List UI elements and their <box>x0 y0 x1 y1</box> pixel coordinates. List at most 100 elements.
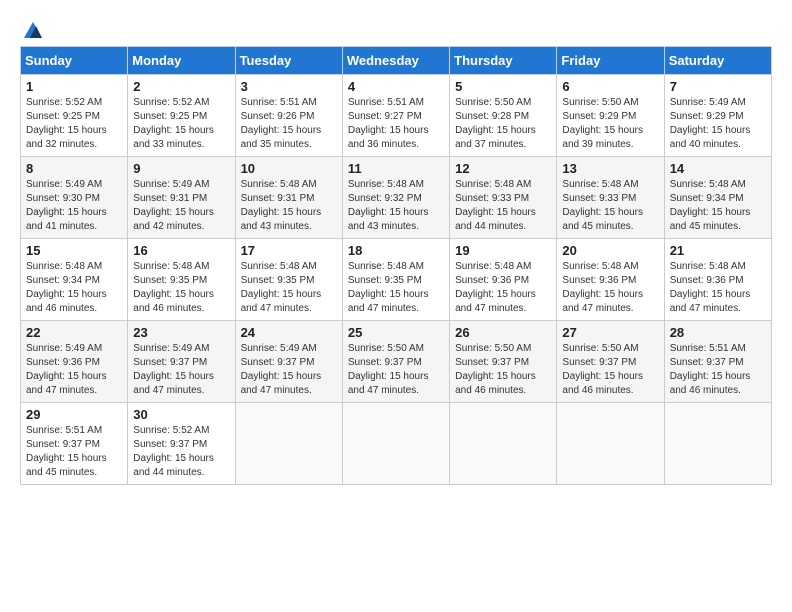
day-number: 27 <box>562 325 658 340</box>
calendar-cell: 23 Sunrise: 5:49 AMSunset: 9:37 PMDayligh… <box>128 321 235 403</box>
calendar-week-row: 29 Sunrise: 5:51 AMSunset: 9:37 PMDayligh… <box>21 403 772 485</box>
day-info: Sunrise: 5:50 AMSunset: 9:37 PMDaylight:… <box>348 342 444 398</box>
calendar-cell: 17 Sunrise: 5:48 AMSunset: 9:35 PMDayligh… <box>235 239 342 321</box>
calendar-cell: 15 Sunrise: 5:48 AMSunset: 9:34 PMDayligh… <box>21 239 128 321</box>
calendar-week-row: 22Sunrise: 5:49 AMSunset: 9:36 PMDayligh… <box>21 321 772 403</box>
day-info: Sunrise: 5:48 AMSunset: 9:36 PMDaylight:… <box>562 260 658 316</box>
calendar-cell: 4 Sunrise: 5:51 AMSunset: 9:27 PMDaylight… <box>342 75 449 157</box>
day-info: Sunrise: 5:48 AMSunset: 9:32 PMDaylight:… <box>348 178 444 234</box>
day-number: 15 <box>26 243 122 258</box>
day-number: 23 <box>133 325 229 340</box>
day-number: 21 <box>670 243 766 258</box>
day-number: 8 <box>26 161 122 176</box>
day-info: Sunrise: 5:48 AMSunset: 9:34 PMDaylight:… <box>670 178 766 234</box>
calendar-cell <box>342 403 449 485</box>
day-number: 10 <box>241 161 337 176</box>
day-number: 20 <box>562 243 658 258</box>
column-header-sunday: Sunday <box>21 47 128 75</box>
calendar-cell: 24 Sunrise: 5:49 AMSunset: 9:37 PMDayligh… <box>235 321 342 403</box>
day-info: Sunrise: 5:48 AMSunset: 9:34 PMDaylight:… <box>26 260 122 316</box>
calendar-cell: 12 Sunrise: 5:48 AMSunset: 9:33 PMDayligh… <box>450 157 557 239</box>
day-info: Sunrise: 5:48 AMSunset: 9:33 PMDaylight:… <box>455 178 551 234</box>
day-number: 6 <box>562 79 658 94</box>
calendar-cell: 18Sunrise: 5:48 AMSunset: 9:35 PMDayligh… <box>342 239 449 321</box>
calendar-cell: 3 Sunrise: 5:51 AMSunset: 9:26 PMDaylight… <box>235 75 342 157</box>
calendar-body: 1 Sunrise: 5:52 AMSunset: 9:25 PMDaylight… <box>21 75 772 485</box>
calendar-cell: 26Sunrise: 5:50 AMSunset: 9:37 PMDayligh… <box>450 321 557 403</box>
calendar-cell: 27 Sunrise: 5:50 AMSunset: 9:37 PMDayligh… <box>557 321 664 403</box>
day-number: 4 <box>348 79 444 94</box>
calendar-cell: 20 Sunrise: 5:48 AMSunset: 9:36 PMDayligh… <box>557 239 664 321</box>
day-info: Sunrise: 5:49 AMSunset: 9:37 PMDaylight:… <box>241 342 337 398</box>
column-header-wednesday: Wednesday <box>342 47 449 75</box>
day-number: 25 <box>348 325 444 340</box>
column-header-saturday: Saturday <box>664 47 771 75</box>
column-header-tuesday: Tuesday <box>235 47 342 75</box>
day-number: 5 <box>455 79 551 94</box>
calendar-cell: 7Sunrise: 5:49 AMSunset: 9:29 PMDaylight… <box>664 75 771 157</box>
calendar-cell: 22Sunrise: 5:49 AMSunset: 9:36 PMDayligh… <box>21 321 128 403</box>
calendar-cell <box>557 403 664 485</box>
calendar-week-row: 1 Sunrise: 5:52 AMSunset: 9:25 PMDaylight… <box>21 75 772 157</box>
day-number: 7 <box>670 79 766 94</box>
calendar-cell: 21Sunrise: 5:48 AMSunset: 9:36 PMDayligh… <box>664 239 771 321</box>
day-number: 12 <box>455 161 551 176</box>
calendar-cell: 2 Sunrise: 5:52 AMSunset: 9:25 PMDaylight… <box>128 75 235 157</box>
calendar-cell: 8 Sunrise: 5:49 AMSunset: 9:30 PMDaylight… <box>21 157 128 239</box>
calendar-cell <box>664 403 771 485</box>
day-info: Sunrise: 5:49 AMSunset: 9:36 PMDaylight:… <box>26 342 122 398</box>
day-number: 11 <box>348 161 444 176</box>
day-number: 30 <box>133 407 229 422</box>
calendar-header-row: SundayMondayTuesdayWednesdayThursdayFrid… <box>21 47 772 75</box>
calendar-cell: 29 Sunrise: 5:51 AMSunset: 9:37 PMDayligh… <box>21 403 128 485</box>
day-info: Sunrise: 5:48 AMSunset: 9:35 PMDaylight:… <box>133 260 229 316</box>
calendar-cell <box>450 403 557 485</box>
calendar-cell: 16 Sunrise: 5:48 AMSunset: 9:35 PMDayligh… <box>128 239 235 321</box>
day-number: 17 <box>241 243 337 258</box>
day-number: 2 <box>133 79 229 94</box>
day-info: Sunrise: 5:51 AMSunset: 9:37 PMDaylight:… <box>26 424 122 480</box>
day-number: 19 <box>455 243 551 258</box>
day-info: Sunrise: 5:48 AMSunset: 9:35 PMDaylight:… <box>241 260 337 316</box>
day-number: 1 <box>26 79 122 94</box>
calendar-cell: 11 Sunrise: 5:48 AMSunset: 9:32 PMDayligh… <box>342 157 449 239</box>
column-header-monday: Monday <box>128 47 235 75</box>
day-info: Sunrise: 5:51 AMSunset: 9:27 PMDaylight:… <box>348 96 444 152</box>
column-header-friday: Friday <box>557 47 664 75</box>
calendar-cell: 13Sunrise: 5:48 AMSunset: 9:33 PMDayligh… <box>557 157 664 239</box>
calendar-cell: 1 Sunrise: 5:52 AMSunset: 9:25 PMDaylight… <box>21 75 128 157</box>
day-info: Sunrise: 5:50 AMSunset: 9:28 PMDaylight:… <box>455 96 551 152</box>
day-info: Sunrise: 5:49 AMSunset: 9:37 PMDaylight:… <box>133 342 229 398</box>
day-info: Sunrise: 5:51 AMSunset: 9:37 PMDaylight:… <box>670 342 766 398</box>
day-info: Sunrise: 5:48 AMSunset: 9:35 PMDaylight:… <box>348 260 444 316</box>
day-info: Sunrise: 5:50 AMSunset: 9:29 PMDaylight:… <box>562 96 658 152</box>
calendar-cell: 25 Sunrise: 5:50 AMSunset: 9:37 PMDayligh… <box>342 321 449 403</box>
day-info: Sunrise: 5:52 AMSunset: 9:25 PMDaylight:… <box>26 96 122 152</box>
day-info: Sunrise: 5:48 AMSunset: 9:36 PMDaylight:… <box>455 260 551 316</box>
day-info: Sunrise: 5:52 AMSunset: 9:37 PMDaylight:… <box>133 424 229 480</box>
calendar-cell: 28Sunrise: 5:51 AMSunset: 9:37 PMDayligh… <box>664 321 771 403</box>
day-number: 14 <box>670 161 766 176</box>
logo <box>20 20 44 36</box>
day-info: Sunrise: 5:50 AMSunset: 9:37 PMDaylight:… <box>562 342 658 398</box>
calendar-cell: 14 Sunrise: 5:48 AMSunset: 9:34 PMDayligh… <box>664 157 771 239</box>
day-info: Sunrise: 5:50 AMSunset: 9:37 PMDaylight:… <box>455 342 551 398</box>
day-number: 29 <box>26 407 122 422</box>
calendar-table: SundayMondayTuesdayWednesdayThursdayFrid… <box>20 46 772 485</box>
calendar-cell: 5 Sunrise: 5:50 AMSunset: 9:28 PMDaylight… <box>450 75 557 157</box>
day-info: Sunrise: 5:51 AMSunset: 9:26 PMDaylight:… <box>241 96 337 152</box>
day-info: Sunrise: 5:52 AMSunset: 9:25 PMDaylight:… <box>133 96 229 152</box>
day-info: Sunrise: 5:49 AMSunset: 9:30 PMDaylight:… <box>26 178 122 234</box>
calendar-cell: 9 Sunrise: 5:49 AMSunset: 9:31 PMDaylight… <box>128 157 235 239</box>
calendar-week-row: 15 Sunrise: 5:48 AMSunset: 9:34 PMDayligh… <box>21 239 772 321</box>
day-number: 3 <box>241 79 337 94</box>
day-number: 13 <box>562 161 658 176</box>
day-number: 9 <box>133 161 229 176</box>
day-info: Sunrise: 5:48 AMSunset: 9:31 PMDaylight:… <box>241 178 337 234</box>
calendar-cell: 10 Sunrise: 5:48 AMSunset: 9:31 PMDayligh… <box>235 157 342 239</box>
calendar-cell: 30 Sunrise: 5:52 AMSunset: 9:37 PMDayligh… <box>128 403 235 485</box>
day-number: 24 <box>241 325 337 340</box>
calendar-cell <box>235 403 342 485</box>
day-number: 16 <box>133 243 229 258</box>
day-info: Sunrise: 5:49 AMSunset: 9:31 PMDaylight:… <box>133 178 229 234</box>
